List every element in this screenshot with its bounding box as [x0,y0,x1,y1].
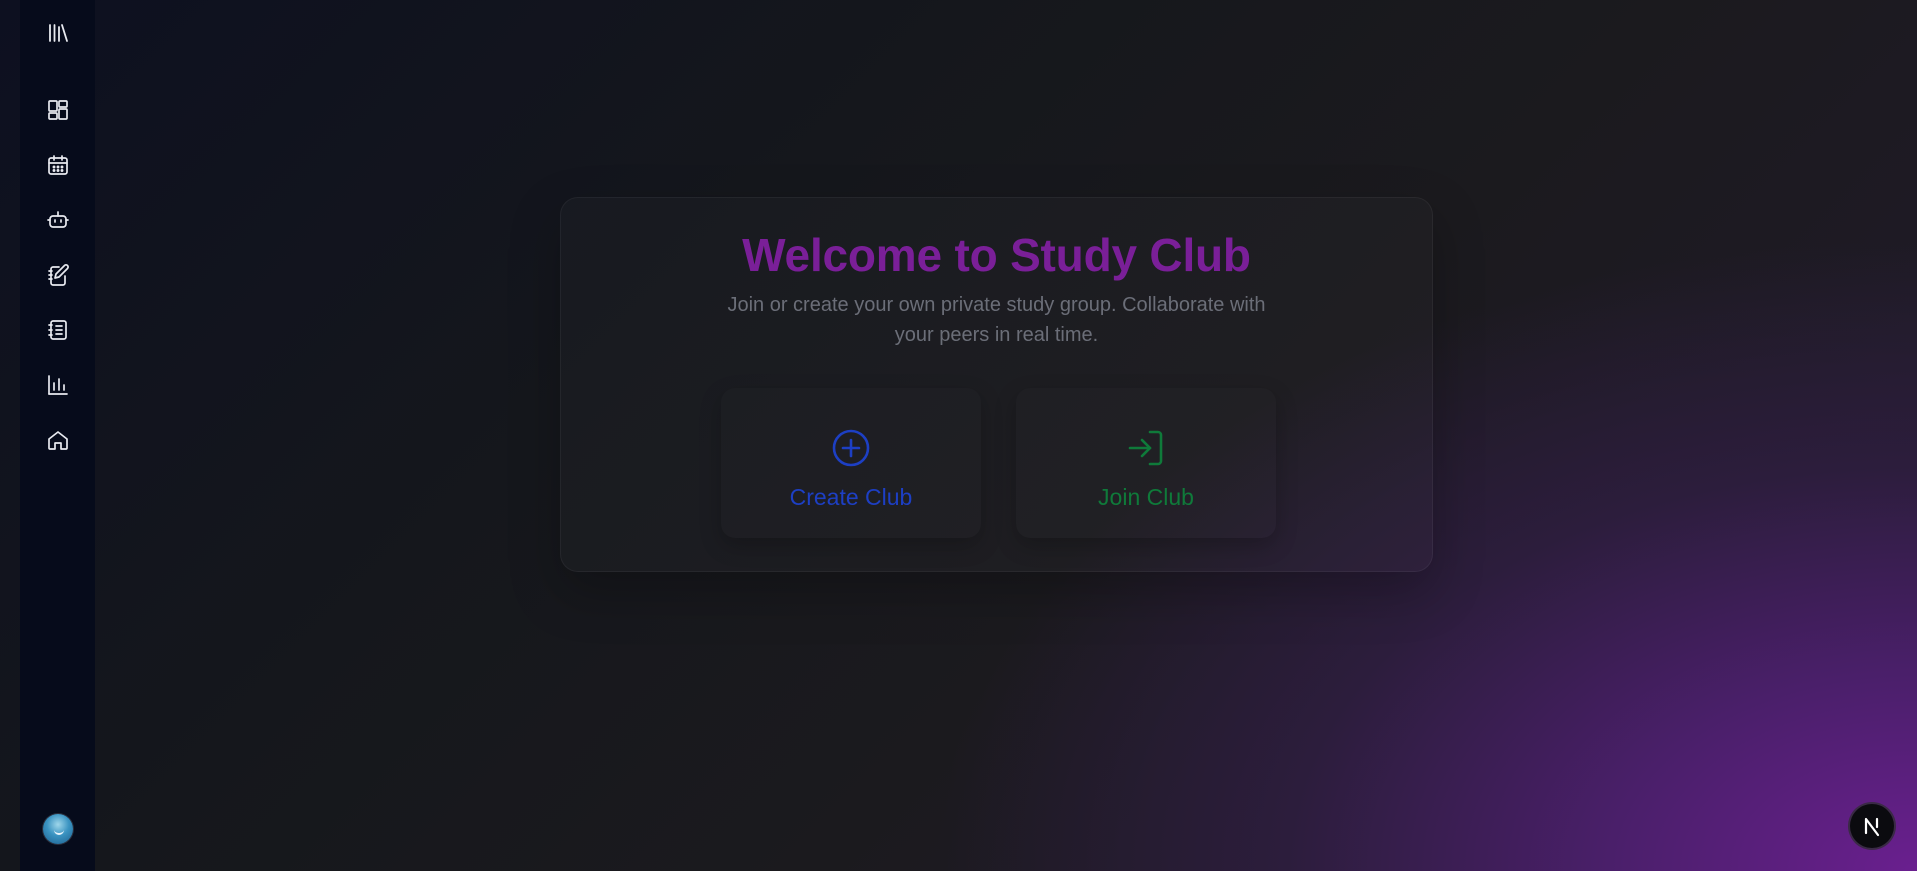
n-badge-button[interactable] [1850,804,1894,848]
bar-chart-icon[interactable] [45,372,71,398]
user-avatar[interactable] [42,814,73,844]
notebook-edit-icon[interactable] [45,262,71,288]
calendar-icon[interactable] [45,152,71,178]
page-title: Welcome to Study Club [742,229,1251,281]
create-club-button[interactable]: Create Club [721,388,981,538]
robot-icon[interactable] [45,207,71,233]
join-club-button[interactable]: Join Club [1016,388,1276,538]
dashboard-icon[interactable] [45,97,71,123]
page-subtitle: Join or create your own private study gr… [727,294,1266,346]
plus-circle-icon [832,429,870,467]
n-logo-icon [1864,817,1880,837]
welcome-card: Welcome to Study Club Join or create you… [560,197,1433,572]
home-icon[interactable] [45,427,71,453]
notebook-list-icon[interactable] [45,317,71,343]
library-icon[interactable] [45,20,71,46]
sidebar [20,0,95,871]
join-club-label: Join Club [1098,484,1194,510]
sign-in-icon [1128,430,1163,466]
create-club-label: Create Club [789,484,913,510]
